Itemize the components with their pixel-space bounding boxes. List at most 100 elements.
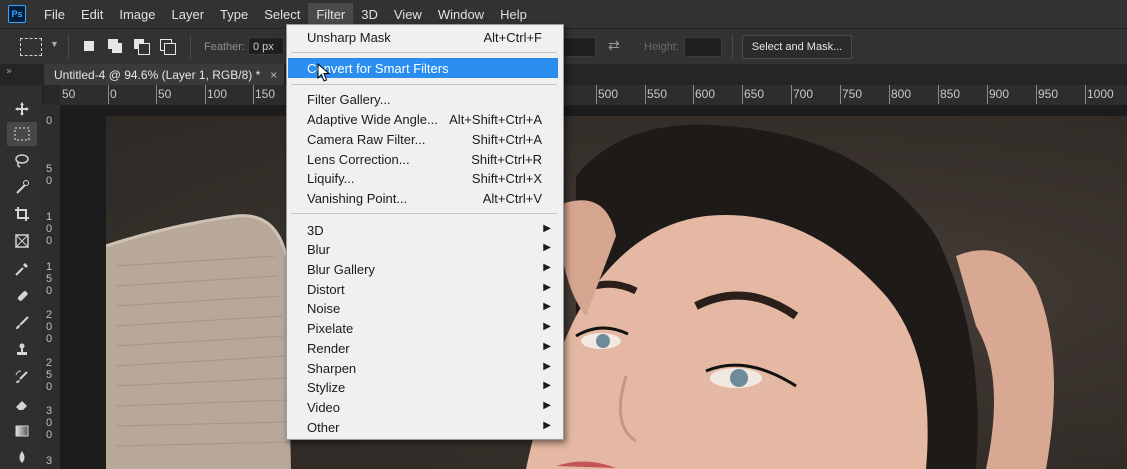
ruler-label: 850	[940, 87, 961, 101]
menu-item-liquify[interactable]: Liquify... Shift+Ctrl+X	[288, 168, 560, 188]
submenu-pixelate[interactable]: Pixelate ▶	[288, 318, 560, 338]
menu-select[interactable]: Select	[256, 3, 308, 26]
ruler-tick	[253, 85, 254, 104]
submenu-arrow-icon: ▶	[543, 282, 551, 293]
ruler-tick	[1036, 85, 1037, 104]
brush-icon[interactable]	[7, 311, 37, 335]
filter-menu: Unsharp Mask Alt+Ctrl+F Convert for Smar…	[286, 24, 564, 440]
submenu-noise[interactable]: Noise ▶	[288, 298, 560, 318]
submenu-distort[interactable]: Distort ▶	[288, 279, 560, 299]
menu-file[interactable]: File	[36, 3, 73, 26]
menu-item-label: Distort	[307, 282, 345, 297]
menu-view[interactable]: View	[386, 3, 430, 26]
swap-icon[interactable]: ⇄	[608, 37, 620, 54]
document-tab[interactable]: Untitled-4 @ 94.6% (Layer 1, RGB/8) * ×	[44, 64, 284, 85]
crop-icon[interactable]	[7, 202, 37, 226]
ruler-tick	[938, 85, 939, 104]
menu-item-filter-gallery[interactable]: Filter Gallery...	[288, 89, 560, 109]
menu-separator	[291, 84, 557, 85]
submenu-other[interactable]: Other ▶	[288, 417, 560, 437]
submenu-blur[interactable]: Blur ▶	[288, 239, 560, 259]
rectangular-marquee-icon[interactable]	[7, 122, 37, 146]
submenu-arrow-icon: ▶	[543, 321, 551, 332]
ruler-label: 2 0 0	[46, 309, 53, 345]
mouse-cursor-icon	[317, 63, 331, 82]
ruler-label: 3	[46, 455, 53, 467]
marquee-preset-icon[interactable]	[20, 38, 42, 56]
menu-type[interactable]: Type	[212, 3, 256, 26]
ruler-tick	[840, 85, 841, 104]
submenu-video[interactable]: Video ▶	[288, 397, 560, 417]
clone-stamp-icon[interactable]	[7, 338, 37, 362]
blur-icon[interactable]	[7, 445, 37, 469]
menu-window[interactable]: Window	[430, 3, 492, 26]
ruler-label: 5 0	[46, 163, 53, 187]
menu-help[interactable]: Help	[492, 3, 535, 26]
submenu-blur-gallery[interactable]: Blur Gallery ▶	[288, 259, 560, 279]
lasso-icon[interactable]	[7, 149, 37, 173]
menu-item-vanishing-point[interactable]: Vanishing Point... Alt+Ctrl+V	[288, 188, 560, 208]
ruler-label: 2 5 0	[46, 357, 53, 393]
ruler-label: 550	[647, 87, 668, 101]
ruler-tick	[889, 85, 890, 104]
ruler-tick	[742, 85, 743, 104]
submenu-arrow-icon: ▶	[543, 242, 551, 253]
height-input[interactable]	[684, 37, 722, 57]
healing-brush-icon[interactable]	[7, 284, 37, 308]
submenu-sharpen[interactable]: Sharpen ▶	[288, 358, 560, 378]
width-input[interactable]	[562, 37, 596, 57]
history-brush-icon[interactable]	[7, 365, 37, 389]
menu-item-label: Unsharp Mask	[307, 30, 391, 45]
ruler-tick	[693, 85, 694, 104]
collapse-panels-icon[interactable]: »	[6, 66, 12, 77]
submenu-arrow-icon: ▶	[543, 380, 551, 391]
menu-item-lens-correction[interactable]: Lens Correction... Shift+Ctrl+R	[288, 149, 560, 169]
document-image[interactable]	[106, 116, 1127, 469]
menu-item-adaptive-wide-angle[interactable]: Adaptive Wide Angle... Alt+Shift+Ctrl+A	[288, 109, 560, 129]
quick-selection-icon[interactable]	[7, 175, 37, 199]
ruler-tick	[156, 85, 157, 104]
ruler-tick	[1085, 85, 1086, 104]
select-and-mask-button[interactable]: Select and Mask...	[742, 35, 852, 59]
frame-icon[interactable]	[7, 229, 37, 253]
feather-input[interactable]: 0 px	[248, 37, 284, 55]
ruler-label: 800	[891, 87, 912, 101]
ruler-label: 1000	[1087, 87, 1114, 101]
move-tool-icon[interactable]	[7, 97, 37, 121]
menu-separator	[291, 52, 557, 53]
photoshop-logo: Ps	[8, 5, 26, 23]
submenu-3d[interactable]: 3D ▶	[288, 220, 560, 240]
menu-item-label: Adaptive Wide Angle...	[307, 112, 438, 127]
add-selection-icon[interactable]	[108, 39, 122, 53]
subtract-selection-icon[interactable]	[134, 39, 150, 55]
menu-image[interactable]: Image	[111, 3, 163, 26]
menu-filter[interactable]: Filter	[308, 2, 354, 26]
ruler-label: 750	[842, 87, 863, 101]
eraser-icon[interactable]	[7, 392, 37, 416]
chevron-down-icon[interactable]: ▼	[50, 39, 59, 49]
new-selection-icon[interactable]	[82, 39, 96, 53]
menu-item-label: Lens Correction...	[307, 152, 410, 167]
ruler-label: 500	[598, 87, 619, 101]
submenu-render[interactable]: Render ▶	[288, 338, 560, 358]
menu-item-label: Camera Raw Filter...	[307, 132, 426, 147]
height-label: Height:	[644, 41, 679, 53]
ruler-tick	[645, 85, 646, 104]
eyedropper-icon[interactable]	[7, 257, 37, 281]
menu-layer[interactable]: Layer	[164, 3, 213, 26]
submenu-arrow-icon: ▶	[543, 262, 551, 273]
ruler-label: 1 0 0	[46, 211, 53, 247]
menu-edit[interactable]: Edit	[73, 3, 111, 26]
menu-item-shortcut: Shift+Ctrl+R	[471, 152, 542, 167]
menu-item-camera-raw[interactable]: Camera Raw Filter... Shift+Ctrl+A	[288, 129, 560, 149]
submenu-stylize[interactable]: Stylize ▶	[288, 377, 560, 397]
menu-item-label: Blur Gallery	[307, 262, 375, 277]
ruler-tick	[987, 85, 988, 104]
close-icon[interactable]: ×	[270, 68, 277, 82]
ruler-label: 0	[46, 115, 53, 127]
menu-item-unsharp-mask[interactable]: Unsharp Mask Alt+Ctrl+F	[288, 27, 560, 47]
menu-item-label: Vanishing Point...	[307, 191, 408, 206]
gradient-icon[interactable]	[7, 419, 37, 443]
menu-3d[interactable]: 3D	[353, 3, 386, 26]
intersect-selection-icon[interactable]	[160, 39, 176, 55]
